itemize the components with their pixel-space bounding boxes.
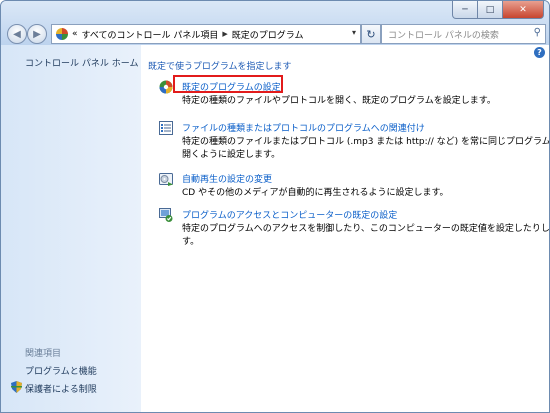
- desc-autoplay: CD やその他のメディアが自動的に再生されるように設定します。: [182, 187, 449, 200]
- desc-file-association: 特定の種類のファイルまたはプロトコル (.mp3 または http:// など)…: [182, 136, 550, 162]
- breadcrumb-default-programs[interactable]: 既定のプログラム: [232, 28, 304, 41]
- address-bar[interactable]: « すべてのコントロール パネル項目 ▶ 既定のプログラム ▾: [51, 24, 361, 44]
- desc-set-default-programs: 特定の種類のファイルやプロトコルを開く、既定のプログラムを設定します。: [182, 95, 496, 108]
- default-programs-icon: [159, 80, 173, 94]
- link-file-association[interactable]: ファイルの種類またはプロトコルのプログラムへの関連付け: [182, 121, 425, 134]
- back-arrow-icon: ◀: [13, 28, 21, 40]
- refresh-button[interactable]: ↻: [361, 24, 381, 44]
- sidebar-programs-and-features[interactable]: プログラムと機能: [25, 364, 97, 377]
- back-button[interactable]: ◀: [7, 24, 27, 44]
- main-content: ? 既定で使うプログラムを指定します 既定のプログラムの設定 特定の種類のファイ…: [141, 45, 549, 412]
- sidebar: コントロール パネル ホーム 関連項目 プログラムと機能 保護者による制限: [1, 45, 141, 412]
- caption-buttons: ─ □ ✕: [452, 1, 544, 19]
- address-overflow[interactable]: «: [72, 29, 78, 39]
- breadcrumb-all-items[interactable]: すべてのコントロール パネル項目: [82, 28, 219, 41]
- sidebar-parental-controls[interactable]: 保護者による制限: [25, 382, 97, 395]
- desc-line: CD やその他のメディアが自動的に再生されるように設定します。: [182, 188, 449, 198]
- desc-program-access: 特定のプログラムへのアクセスを制御したり、このコンピューターの既定値を設定したり…: [182, 223, 550, 249]
- window-chrome: ─ □ ✕ ◀ ▶ « すべてのコントロール パネル項目 ▶ 既定のプログラム …: [1, 1, 549, 45]
- autoplay-icon: [159, 172, 173, 186]
- close-button[interactable]: ✕: [503, 1, 544, 19]
- control-panel-window: ─ □ ✕ ◀ ▶ « すべてのコントロール パネル項目 ▶ 既定のプログラム …: [0, 0, 550, 413]
- sidebar-related-heading: 関連項目: [25, 349, 62, 359]
- program-access-icon: [159, 208, 173, 222]
- desc-line: 開くように設定します。: [182, 150, 281, 160]
- breadcrumb-separator-icon[interactable]: ▶: [222, 30, 227, 38]
- desc-line: 特定の種類のファイルやプロトコルを開く、既定のプログラムを設定します。: [182, 96, 496, 106]
- link-program-access[interactable]: プログラムのアクセスとコンピューターの既定の設定: [182, 208, 397, 221]
- link-autoplay[interactable]: 自動再生の設定の変更: [182, 172, 272, 185]
- desc-line: 特定のプログラムへのアクセスを制御したり、このコンピューターの既定値を設定したり…: [182, 224, 550, 234]
- help-icon[interactable]: ?: [534, 47, 545, 58]
- file-association-icon: [159, 121, 173, 135]
- address-dropdown-icon[interactable]: ▾: [352, 28, 356, 37]
- control-panel-icon: [56, 28, 68, 40]
- refresh-icon: ↻: [366, 27, 376, 41]
- maximize-button[interactable]: □: [478, 1, 503, 19]
- page-heading: 既定で使うプログラムを指定します: [148, 62, 292, 72]
- forward-arrow-icon: ▶: [33, 28, 41, 40]
- forward-button[interactable]: ▶: [27, 24, 47, 44]
- search-icon: ⚲: [533, 27, 541, 38]
- shield-icon: [11, 381, 22, 393]
- minimize-button[interactable]: ─: [452, 1, 478, 19]
- desc-line: す。: [182, 237, 200, 247]
- search-input[interactable]: コントロール パネルの検索: [388, 28, 499, 41]
- link-set-default-programs[interactable]: 既定のプログラムの設定: [182, 80, 281, 93]
- desc-line: 特定の種類のファイルまたはプロトコル (.mp3 または http:// など)…: [182, 137, 550, 147]
- sidebar-control-panel-home[interactable]: コントロール パネル ホーム: [25, 56, 138, 69]
- search-box[interactable]: コントロール パネルの検索 ⚲: [381, 24, 546, 44]
